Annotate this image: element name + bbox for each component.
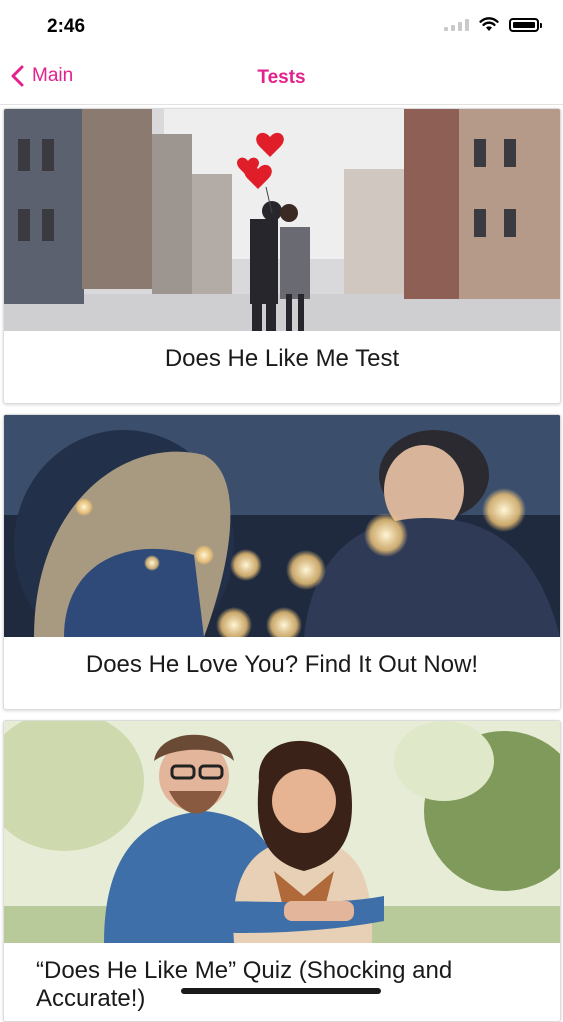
- test-card-image: [4, 721, 560, 943]
- test-card-title: Does He Love You? Find It Out Now!: [85, 651, 479, 678]
- signal-icon: [444, 18, 469, 31]
- test-card[interactable]: “Does He Like Me” Quiz (Shocking and Acc…: [3, 720, 561, 1022]
- test-card-title: “Does He Like Me” Quiz (Shocking and Acc…: [36, 957, 453, 1012]
- wifi-icon: [479, 17, 499, 31]
- status-bar: 2:46: [0, 0, 563, 54]
- page-title: Tests: [257, 67, 306, 88]
- test-card[interactable]: Does He Like Me Test: [3, 108, 561, 404]
- status-time: 2:46: [47, 16, 86, 37]
- home-indicator[interactable]: [181, 988, 381, 994]
- test-card-title: Does He Like Me Test: [164, 345, 400, 372]
- test-card-image: [4, 109, 560, 331]
- test-card[interactable]: Does He Love You? Find It Out Now!: [3, 414, 561, 710]
- navigation-bar: Main Tests: [0, 54, 563, 105]
- status-indicators: [444, 17, 542, 32]
- test-card-image: [4, 415, 560, 637]
- battery-icon: [509, 17, 542, 32]
